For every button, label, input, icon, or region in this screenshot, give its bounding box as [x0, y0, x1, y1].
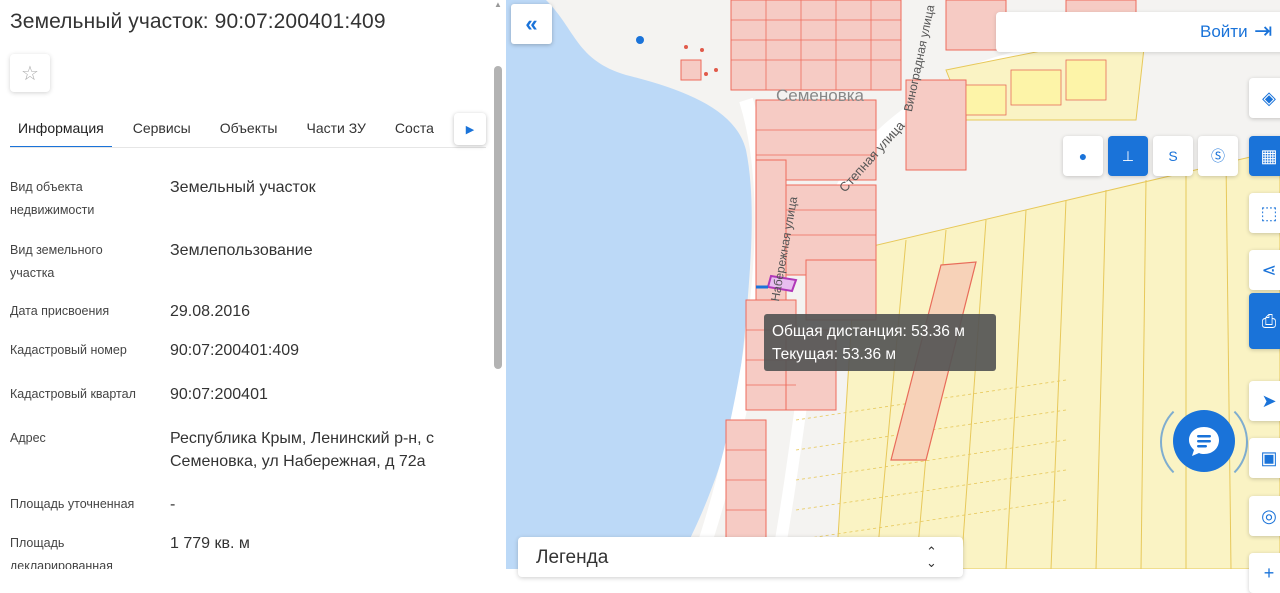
select-area-icon[interactable]: ⬚ — [1249, 193, 1280, 233]
field-label: Дата присвоения — [10, 304, 110, 318]
field-label: Вид земельного участка — [10, 243, 103, 280]
tab-composition[interactable]: Соста — [387, 110, 442, 147]
add-icon[interactable]: + — [1249, 553, 1280, 593]
field-value: Республика Крым, Ленинский р-н, с Семено… — [170, 430, 435, 470]
star-icon[interactable]: ☆ — [10, 54, 50, 92]
field-value[interactable]: 90:07:200401 — [170, 383, 480, 406]
field-value[interactable]: 90:07:200401:409 — [170, 339, 480, 362]
ruler-icon[interactable]: ▦ — [1249, 136, 1280, 176]
field-value: - — [170, 496, 176, 513]
navigate-icon[interactable]: ➤ — [1249, 381, 1280, 421]
page-title: Земельный участок: 90:07:200401:409 — [10, 10, 386, 33]
field-value: 29.08.2016 — [170, 303, 251, 320]
login-button[interactable]: Войти — [1200, 22, 1248, 42]
current-distance-text: Текущая: 53.36 м — [772, 346, 897, 363]
tab-information[interactable]: Информация — [10, 110, 112, 147]
scroll-up-icon[interactable]: ▲ — [494, 0, 502, 9]
info-panel: Земельный участок: 90:07:200401:409 ☆ Ин… — [0, 0, 506, 569]
total-distance-text: Общая дистанция: 53.36 м — [772, 323, 965, 340]
measure-circle-area-icon[interactable]: Ⓢ — [1198, 136, 1238, 176]
tab-parts[interactable]: Части ЗУ — [298, 110, 373, 147]
chevron-updown-icon[interactable]: ⌃ ⌄ — [926, 545, 937, 569]
share-icon[interactable]: ⋖ — [1249, 250, 1280, 290]
chat-button[interactable] — [1173, 410, 1235, 472]
chat-icon — [1189, 427, 1219, 456]
field-label: Площадь декларированная — [10, 536, 113, 569]
minimap-icon[interactable]: ▣ — [1249, 438, 1280, 478]
geolocation-icon[interactable]: ◎ — [1249, 496, 1280, 536]
place-label: Семеновка — [776, 86, 865, 105]
field-value: 1 779 кв. м — [170, 535, 250, 552]
map-canvas[interactable] — [506, 0, 1280, 569]
location-point — [636, 36, 644, 44]
layers-icon[interactable]: ◈ — [1249, 78, 1280, 118]
field-value: Земельный участок — [170, 179, 316, 196]
field-value: Землепользование — [170, 242, 313, 259]
field-label: Кадастровый номер — [10, 343, 127, 357]
map-view[interactable]: Семеновка Виноградная улица Степная улиц… — [506, 0, 1280, 569]
tab-bar: Информация Сервисы Объекты Части ЗУ Соста — [10, 110, 486, 148]
tab-objects[interactable]: Объекты — [212, 110, 286, 147]
measure-area-icon[interactable]: S — [1153, 136, 1193, 176]
tabs-scroll-right-button[interactable]: ▶ — [454, 113, 486, 145]
measure-distance-icon[interactable]: ⊥ — [1108, 136, 1148, 176]
field-label: Вид объекта недвижимости — [10, 180, 95, 217]
panel-scrollbar[interactable] — [494, 66, 502, 369]
print-icon[interactable]: ⎙ — [1249, 293, 1280, 349]
measure-point-icon[interactable]: ● — [1063, 136, 1103, 176]
sea-area — [506, 0, 752, 569]
login-icon[interactable]: ⇥ — [1254, 18, 1272, 44]
collapse-panel-button[interactable]: « — [511, 4, 552, 44]
distance-tooltip: Общая дистанция: 53.36 м Текущая: 53.36 … — [764, 314, 996, 371]
field-label: Площадь уточненная — [10, 497, 135, 511]
field-label: Кадастровый квартал — [10, 387, 136, 401]
field-label: Адрес — [10, 431, 46, 445]
tab-services[interactable]: Сервисы — [125, 110, 199, 147]
legend-label[interactable]: Легенда — [536, 547, 608, 569]
